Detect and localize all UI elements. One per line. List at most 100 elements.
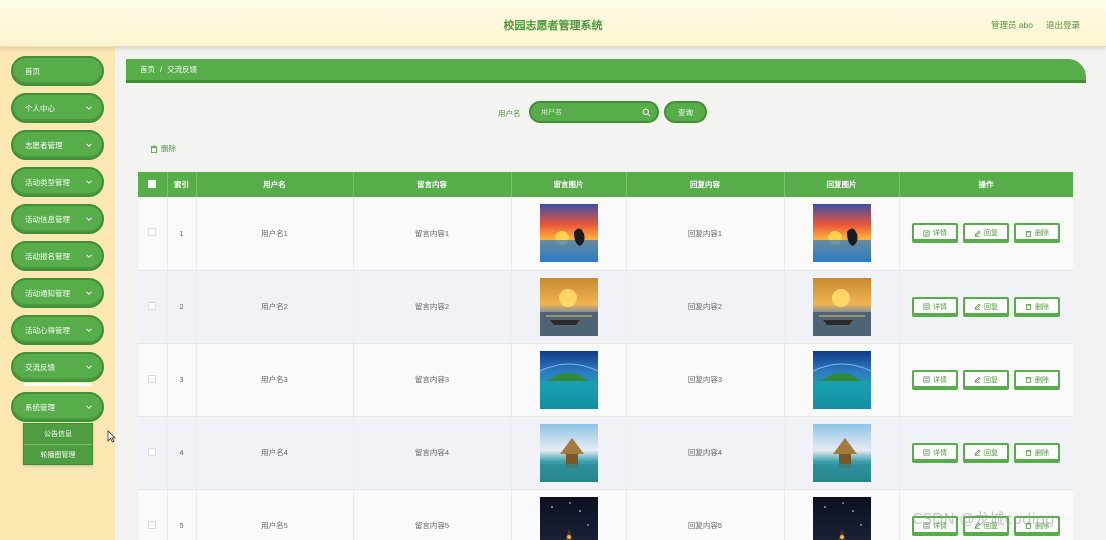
reply-button[interactable]: 回复 [963,369,1009,390]
sidebar-item-4[interactable]: 活动类型管理 [11,167,104,197]
reply-button[interactable]: 回复 [963,442,1009,463]
sidebar-item-9[interactable]: 交流反馈 [11,352,104,382]
sidebar-item-label: 首页 [25,66,40,76]
row-message: 留言内容2 [353,270,512,344]
sidebar-item-5[interactable]: 活动信息管理 [11,204,104,234]
table-row[interactable]: 3 用户名3 留言内容3 回复内容3 详情 回复 删除 [138,343,1073,417]
edit-icon [974,303,981,310]
submenu-item-2[interactable]: 轮播图管理 [24,444,92,464]
trash-icon [1025,377,1032,383]
detail-button[interactable]: 详情 [912,296,958,317]
search-box[interactable] [529,101,659,123]
delete-button[interactable]: 删除 [1014,296,1060,317]
beach-hut-photo-icon [812,423,871,482]
reply-label: 回复 [984,230,998,238]
row-reply: 回复内容5 [626,489,785,540]
row-message: 留言内容5 [353,489,512,540]
row-checkbox[interactable] [148,301,157,310]
logout-link[interactable]: 退出登录 [1046,19,1080,31]
detail-label: 详情 [933,230,947,238]
chevron-down-icon [86,254,92,258]
sidebar-item-1[interactable]: 首页 [11,56,104,86]
reply-label: 回复 [984,376,998,384]
edit-icon [974,376,981,383]
batch-delete-button[interactable]: 删除 [150,143,176,154]
chevron-down-icon [86,180,92,184]
row-actions: 详情 回复 删除 [899,416,1073,490]
sidebar-item-6[interactable]: 活动报名管理 [11,241,104,271]
row-checkbox[interactable] [148,447,157,456]
row-username: 用户名4 [196,416,354,490]
detail-button[interactable]: 详情 [912,223,958,244]
col-message: 留言内容 [353,172,512,197]
chevron-down-icon [86,106,92,110]
row-index: 1 [167,197,197,271]
harbor-sunset-photo-icon [812,277,871,336]
reply-label: 回复 [984,303,998,311]
mouse-cursor-icon [107,430,116,443]
document-icon [923,449,930,456]
sidebar-item-7[interactable]: 活动通知管理 [11,278,104,308]
row-username: 用户名2 [196,270,354,344]
delete-label: 删除 [1035,230,1049,238]
delete-button[interactable]: 删除 [1014,442,1060,463]
chevron-down-icon [86,291,92,295]
top-header: 校园志愿者管理系统 管理员 abo 退出登录 [0,0,1106,47]
row-message: 留言内容1 [353,197,512,271]
trash-icon [1025,230,1032,237]
col-username: 用户名 [196,172,354,197]
trash-icon [1025,304,1032,310]
breadcrumb-home[interactable]: 首页 [140,64,155,75]
sidebar-item-10[interactable]: 系统管理 [11,392,104,422]
sidebar-item-3[interactable]: 志愿者管理 [11,130,104,160]
select-all-checkbox[interactable] [148,179,157,188]
active-indicator [24,383,92,386]
row-checkbox[interactable] [148,228,157,237]
row-reply-image [784,416,900,490]
chevron-down-icon [86,365,92,369]
sidebar-item-2[interactable]: 个人中心 [11,93,104,123]
breadcrumb: 首页 / 交流反馈 [126,59,1086,83]
row-message-image [511,197,627,271]
row-index: 2 [167,270,197,344]
trash-icon [150,144,158,153]
detail-button[interactable]: 详情 [912,369,958,390]
row-checkbox[interactable] [148,520,157,529]
row-select-cell [138,270,168,344]
reply-button[interactable]: 回复 [963,223,1009,244]
delete-button[interactable]: 删除 [1014,369,1060,390]
row-reply-image [784,270,900,344]
chevron-down-icon [86,405,92,409]
delete-label: 删除 [1035,376,1049,384]
row-select-cell [138,343,168,417]
table-row[interactable]: 2 用户名2 留言内容2 回复内容2 详情 回复 删除 [138,270,1073,344]
query-button[interactable]: 查询 [664,101,707,123]
delete-button[interactable]: 删除 [1014,223,1060,244]
sidebar-item-label: 交流反馈 [25,362,55,372]
row-reply-image [784,197,900,271]
reply-button[interactable]: 回复 [963,296,1009,317]
detail-label: 详情 [933,303,947,311]
detail-button[interactable]: 详情 [912,442,958,463]
delete-label: 删除 [1035,449,1049,457]
edit-icon [974,230,981,237]
sidebar: 首页个人中心志愿者管理活动类型管理 活动信息管理 活动报名管理 活动通知管理 活动心得管… [0,47,115,540]
row-select-cell [138,489,168,540]
submenu-item-1[interactable]: 公告信息 [24,424,92,444]
row-checkbox[interactable] [148,374,157,383]
table-row[interactable]: 4 用户名4 留言内容4 回复内容4 详情 回复 删除 [138,416,1073,490]
row-message-image [511,270,627,344]
row-message-image [511,343,627,417]
col-reply-image: 回复图片 [784,172,900,197]
row-reply: 回复内容2 [626,270,785,344]
search-input[interactable] [541,108,636,116]
beach-hut-photo-icon [539,423,598,482]
night-sky-photo-icon [812,496,871,540]
tropical-island-photo-icon [812,350,871,409]
sunset-hand-photo-icon [539,204,598,263]
row-actions: 详情 回复 删除 [899,270,1073,344]
table-row[interactable]: 1 用户名1 留言内容1 回复内容1 详情 回复 删除 [138,197,1073,271]
document-icon [923,303,930,310]
trash-icon [1025,450,1032,456]
sidebar-item-8[interactable]: 活动心得管理 [11,315,104,345]
